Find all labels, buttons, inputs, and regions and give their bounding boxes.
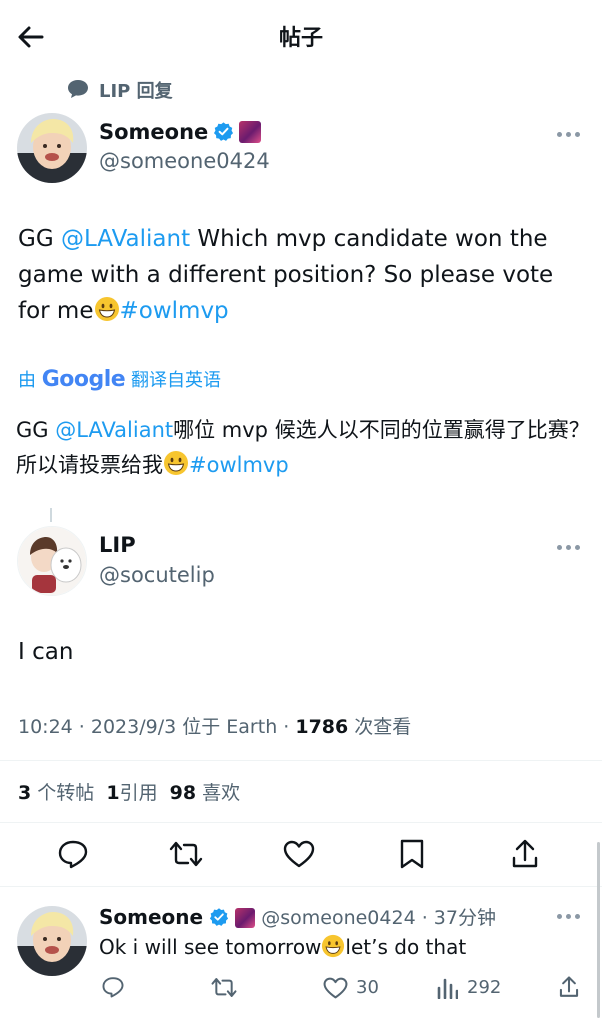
avatar[interactable] [17,113,87,183]
heart-icon [283,840,315,868]
author-display-name[interactable]: Someone [99,120,208,144]
divider [0,760,602,761]
translation-prefix: 由 [18,370,36,391]
mention-link[interactable]: @LAValiant [61,226,190,252]
bottom-reply-text: Ok i will see tomorrow let’s do that [99,932,466,962]
retweet-icon [169,841,203,867]
more-options-button[interactable] [557,127,583,141]
share-button[interactable] [510,838,540,870]
speech-bubble-icon [58,840,88,869]
like-button[interactable] [283,840,315,868]
reply-button[interactable] [57,839,89,869]
post-timestamp: 10:24 · 2023/9/3 位于 Earth · 1786 次查看 [18,712,411,739]
bottom-reply-display-name[interactable]: Someone [99,905,203,929]
avatar-image [18,527,86,595]
bottom-reply-handle[interactable]: @someone0424 [261,907,415,929]
more-dots-icon [557,914,562,919]
reply-author-handle[interactable]: @socutelip [99,563,215,587]
bottom-reply-text-after: let’s do that [345,935,467,959]
author-name-row: Someone [99,120,262,144]
reply-context-label: LIP 回复 [99,81,173,102]
reply-author-display-name[interactable]: LIP [99,533,136,557]
divider [0,822,602,823]
translation-attribution[interactable]: 由 Google 翻译自英语 [18,366,221,392]
reposts-count: 3 [18,782,32,804]
verified-badge-icon [210,908,229,926]
author-handle[interactable]: @someone0424 [99,149,270,173]
reposts-label: 个转帖 [31,782,95,804]
bottom-reply-views-button[interactable] [436,977,458,999]
reposts-stat[interactable]: 3 个转帖 [18,782,94,804]
bottom-reply-time[interactable]: · 37分钟 [416,907,496,929]
likes-count: 98 [169,782,197,804]
more-options-button[interactable] [557,540,583,554]
bottom-reply-share-button[interactable] [558,975,580,999]
divider [0,886,602,887]
verified-badge-icon [214,122,234,141]
grinning-face-emoji-icon [94,297,119,321]
post-text-prefix: GG [18,226,61,252]
bottom-reply-text-before: Ok i will see tomorrow [99,935,322,959]
thread-connector-line [50,508,52,522]
top-bar: 帖子 [0,0,602,72]
translated-text: GG @LAValiant哪位 mvp 候选人以不同的位置赢得了比赛？所以请投票… [16,413,592,483]
views-count: 1786 [295,716,349,738]
hashtag-link[interactable]: #owlmvp [120,298,229,324]
retweet-icon [211,978,237,997]
bottom-reply-likes-count: 30 [356,977,379,998]
post-text: GG @LAValiant Which mvp candidate won th… [18,221,588,329]
likes-label: 喜欢 [196,782,241,804]
views-label: 次查看 [348,716,412,738]
translation-suffix: 翻译自英语 [130,370,221,391]
bookmark-icon [400,839,424,869]
share-icon [512,839,538,868]
avatar[interactable] [17,906,87,976]
timestamp-text[interactable]: 10:24 · 2023/9/3 位于 Earth · [18,716,295,738]
page-title: 帖子 [278,26,323,51]
retweet-button[interactable] [168,839,204,869]
affiliate-badge-icon [239,121,262,143]
bar-chart-icon [437,978,458,999]
reply-text: I can [18,639,74,665]
bottom-reply-reply-button[interactable] [101,976,125,998]
grinning-face-emoji-icon [322,934,345,958]
bottom-reply-retweet-button[interactable] [210,976,238,999]
quotes-count: 1 [106,782,120,804]
more-options-button[interactable] [557,909,583,923]
heart-icon [323,977,348,999]
likes-stat[interactable]: 98 喜欢 [170,782,241,804]
scrollbar[interactable] [597,842,600,1018]
avatar[interactable] [17,526,87,596]
translated-mention-link[interactable]: @LAValiant [55,418,173,442]
more-dots-icon [557,545,562,550]
engagement-stats: 3 个转帖 1引用 98 喜欢 [18,778,240,805]
quotes-stat[interactable]: 1引用 [106,782,157,804]
translated-hashtag-link[interactable]: #owlmvp [189,453,289,477]
bottom-reply-views-count: 292 [467,977,502,998]
quotes-label: 引用 [119,782,158,804]
more-dots-icon [557,132,562,137]
avatar-image [17,906,87,976]
bottom-reply-header: Someone @someone0424 · 37分钟 [99,903,496,930]
translated-text-prefix: GG [16,418,56,442]
google-logo: Google [41,367,126,392]
bottom-reply-like-button[interactable] [323,977,348,999]
share-icon [559,976,579,997]
speech-bubble-icon [68,80,88,98]
speech-bubble-icon [102,977,124,998]
bookmark-button[interactable] [399,838,425,870]
affiliate-badge-icon [235,908,256,928]
grinning-face-emoji-icon [164,451,188,475]
avatar-image [17,113,87,183]
